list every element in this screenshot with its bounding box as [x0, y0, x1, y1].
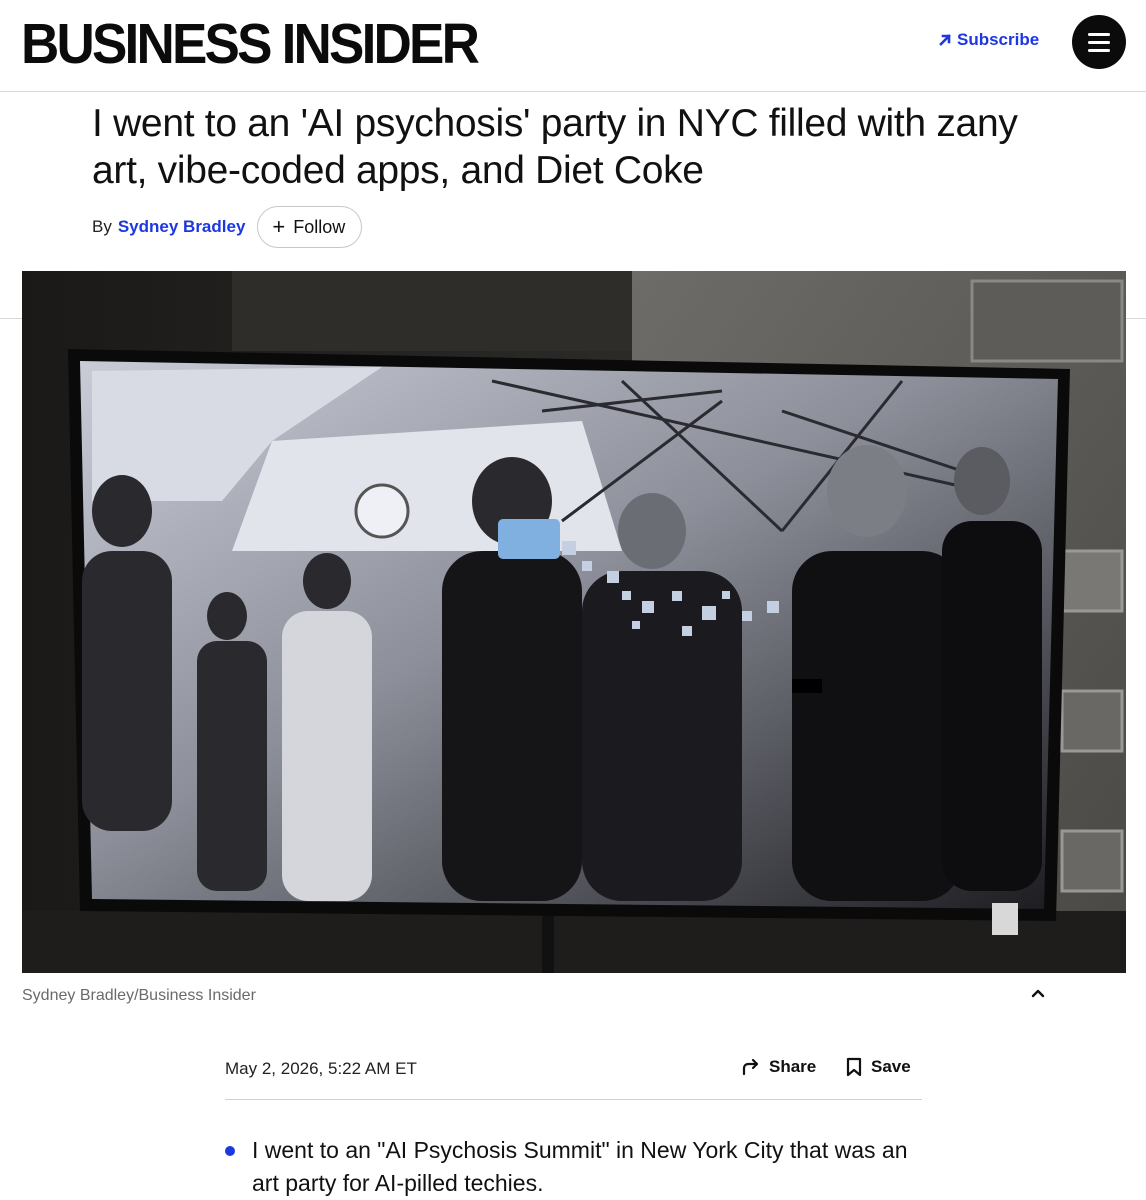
caption-bar: Sydney Bradley/Business Insider	[22, 973, 1070, 1007]
follow-label: Follow	[293, 216, 346, 237]
author-link[interactable]: Sydney Bradley	[118, 217, 246, 237]
bullet-icon	[225, 1146, 235, 1156]
publish-date: May 2, 2026, 5:22 AM ET	[225, 1059, 417, 1078]
article-headline: I went to an 'AI psychosis' party in NYC…	[92, 102, 1018, 192]
site-header: BUSINESS INSIDER Subscribe	[0, 0, 1146, 92]
follow-button[interactable]: + Follow	[257, 206, 363, 248]
save-label: Save	[871, 1057, 911, 1076]
subscribe-label: Subscribe	[957, 30, 1040, 49]
share-icon	[742, 1058, 759, 1076]
plus-icon: +	[272, 214, 286, 239]
arrow-up-right-icon	[939, 34, 951, 46]
summary-bullet-text: I went to an "AI Psychosis Summit" in Ne…	[252, 1137, 908, 1196]
photo-credit: Sydney Bradley/Business Insider	[22, 987, 256, 1004]
menu-button[interactable]	[1072, 15, 1126, 69]
summary-bullet: I went to an "AI Psychosis Summit" in Ne…	[225, 1134, 925, 1200]
article-meta-row: May 2, 2026, 5:22 AM ET Share Save	[225, 1050, 922, 1100]
hero-photo-illustration	[22, 271, 1126, 973]
hero-photo	[22, 271, 1126, 973]
byline: By Sydney Bradley + Follow	[92, 206, 363, 248]
hamburger-menu-icon	[1088, 32, 1110, 36]
bookmark-icon	[846, 1057, 862, 1077]
by-label: By	[92, 217, 112, 236]
chevron-up-icon[interactable]	[1028, 983, 1048, 1003]
subscribe-link[interactable]: Subscribe	[938, 30, 1039, 50]
share-label: Share	[769, 1057, 817, 1076]
site-logo[interactable]: BUSINESS INSIDER	[21, 14, 480, 74]
share-button[interactable]: Share	[741, 1057, 816, 1077]
save-button[interactable]: Save	[845, 1057, 911, 1077]
